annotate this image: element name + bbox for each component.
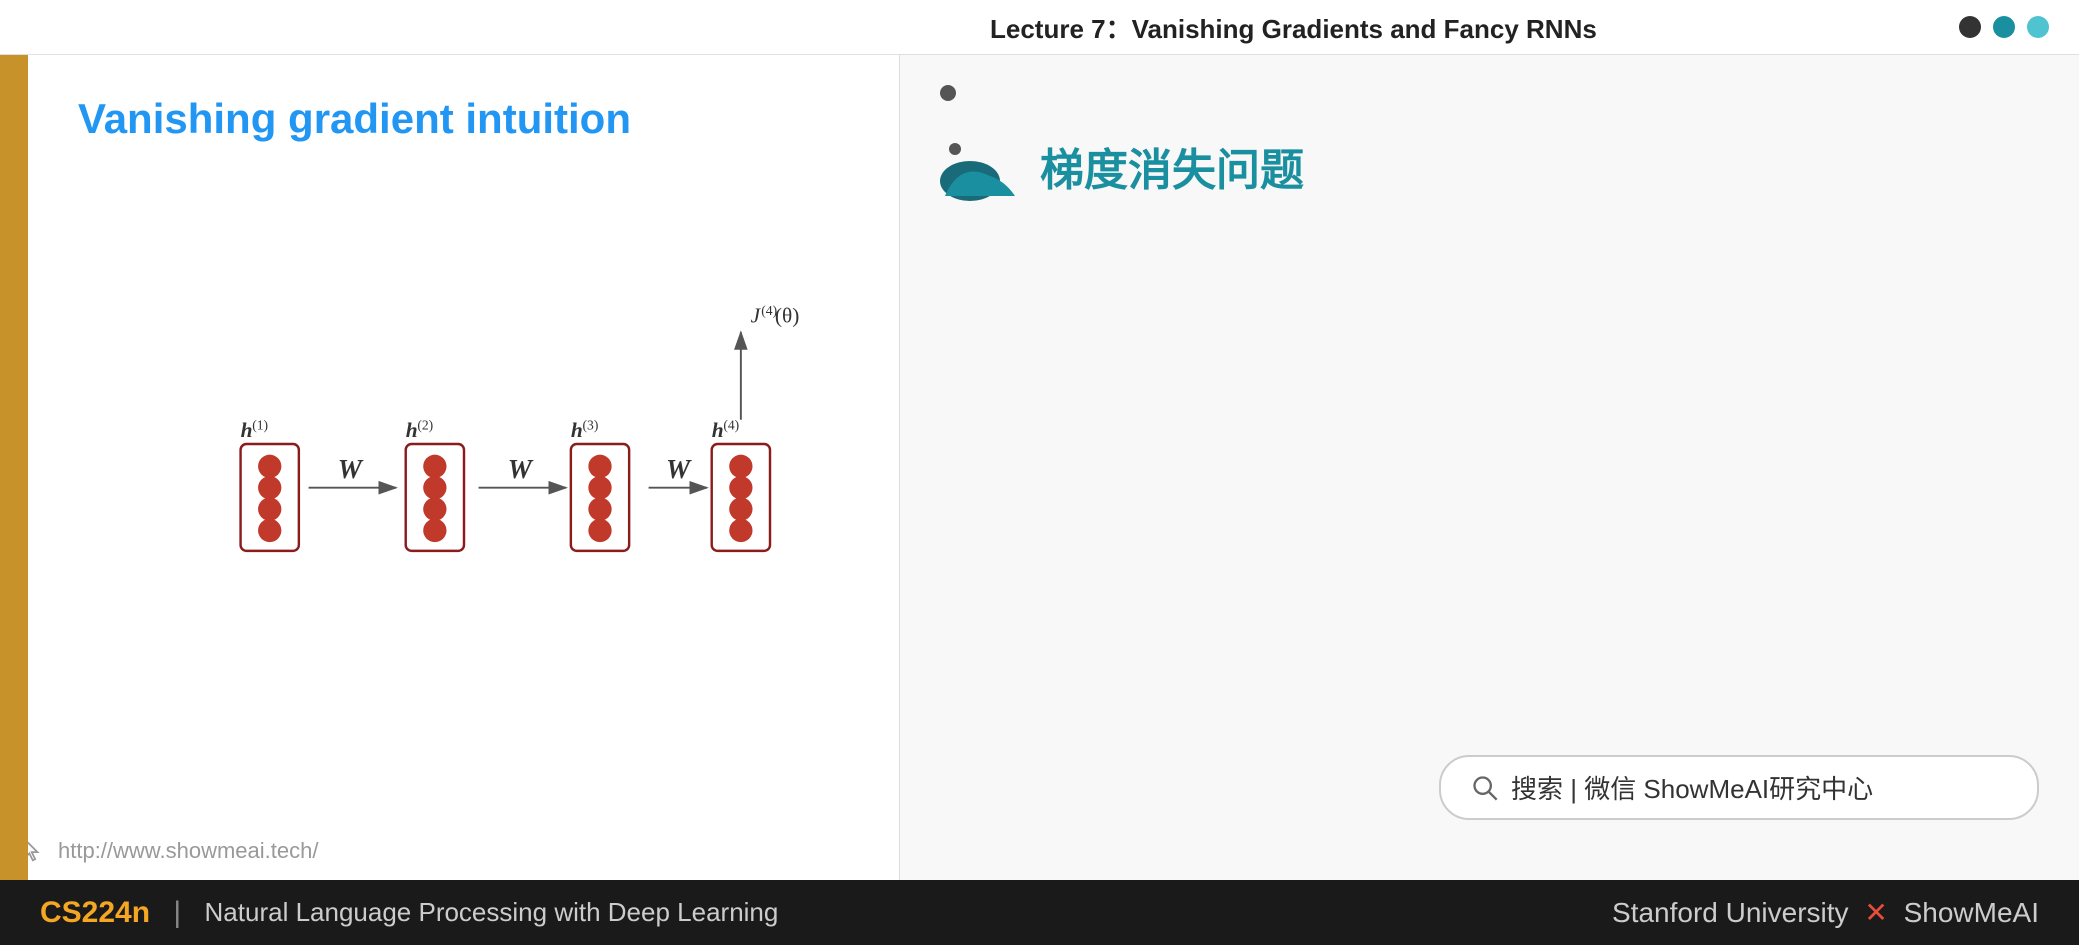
top-header: Lecture 7：Vanishing Gradients and Fancy … xyxy=(0,0,2079,55)
right-panel: 梯度消失问题 搜索 | 微信 ShowMeAI研究中心 xyxy=(900,55,2079,880)
search-placeholder: 搜索 | 微信 ShowMeAI研究中心 xyxy=(1511,769,1873,806)
course-code: CS224n xyxy=(40,896,150,930)
nav-dot-3[interactable] xyxy=(2027,16,2049,38)
svg-text:h: h xyxy=(570,418,582,442)
slide-content: Vanishing gradient intuition J (4) (θ) xyxy=(28,55,899,822)
search-bar[interactable]: 搜索 | 微信 ShowMeAI研究中心 xyxy=(1439,755,2039,820)
svg-text:(3): (3) xyxy=(582,417,598,433)
lecture-title: Lecture 7：Vanishing Gradients and Fancy … xyxy=(30,9,1597,46)
bottom-right: Stanford University ✕ ShowMeAI xyxy=(1612,896,2039,929)
svg-text:h: h xyxy=(240,418,252,442)
slide-panel: Vanishing gradient intuition J (4) (θ) xyxy=(0,55,900,880)
x-symbol: ✕ xyxy=(1864,897,1895,928)
chinese-title: 梯度消失问题 xyxy=(1040,134,1304,198)
svg-text:W: W xyxy=(337,454,363,484)
svg-text:(θ): (θ) xyxy=(774,303,798,327)
svg-text:(2): (2) xyxy=(417,417,433,433)
bottom-divider: | xyxy=(165,896,189,930)
slide-footer: http://www.showmeai.tech/ xyxy=(0,822,899,880)
small-dot xyxy=(940,85,956,101)
main-content: Vanishing gradient intuition J (4) (θ) xyxy=(0,55,2079,880)
svg-text:W: W xyxy=(666,454,692,484)
course-subtitle: Natural Language Processing with Deep Le… xyxy=(205,897,779,928)
nav-dot-1[interactable] xyxy=(1959,16,1981,38)
search-icon xyxy=(1471,774,1499,802)
slide-orange-bar xyxy=(0,55,28,880)
nav-dot-2[interactable] xyxy=(1993,16,2015,38)
chinese-title-card: 梯度消失问题 xyxy=(940,131,2039,201)
teal-graphic xyxy=(940,131,1020,201)
nav-dots xyxy=(1959,16,2049,38)
svg-text:h: h xyxy=(711,418,723,442)
bottom-bar: CS224n | Natural Language Processing wit… xyxy=(0,880,2079,945)
diagram-area: J (4) (θ) W xyxy=(78,173,849,782)
slide-title: Vanishing gradient intuition xyxy=(78,95,849,143)
svg-text:h: h xyxy=(405,418,417,442)
svg-text:(1): (1) xyxy=(252,417,268,433)
svg-text:J: J xyxy=(750,303,761,327)
footer-url: http://www.showmeai.tech/ xyxy=(58,838,318,864)
svg-text:W: W xyxy=(507,454,533,484)
showmeai-brand: ShowMeAI xyxy=(1904,897,2039,928)
bottom-left: CS224n | Natural Language Processing wit… xyxy=(40,896,778,930)
neural-network-diagram: J (4) (θ) W xyxy=(124,278,804,678)
svg-text:(4): (4) xyxy=(723,417,739,433)
stanford-text: Stanford University xyxy=(1612,897,1849,928)
